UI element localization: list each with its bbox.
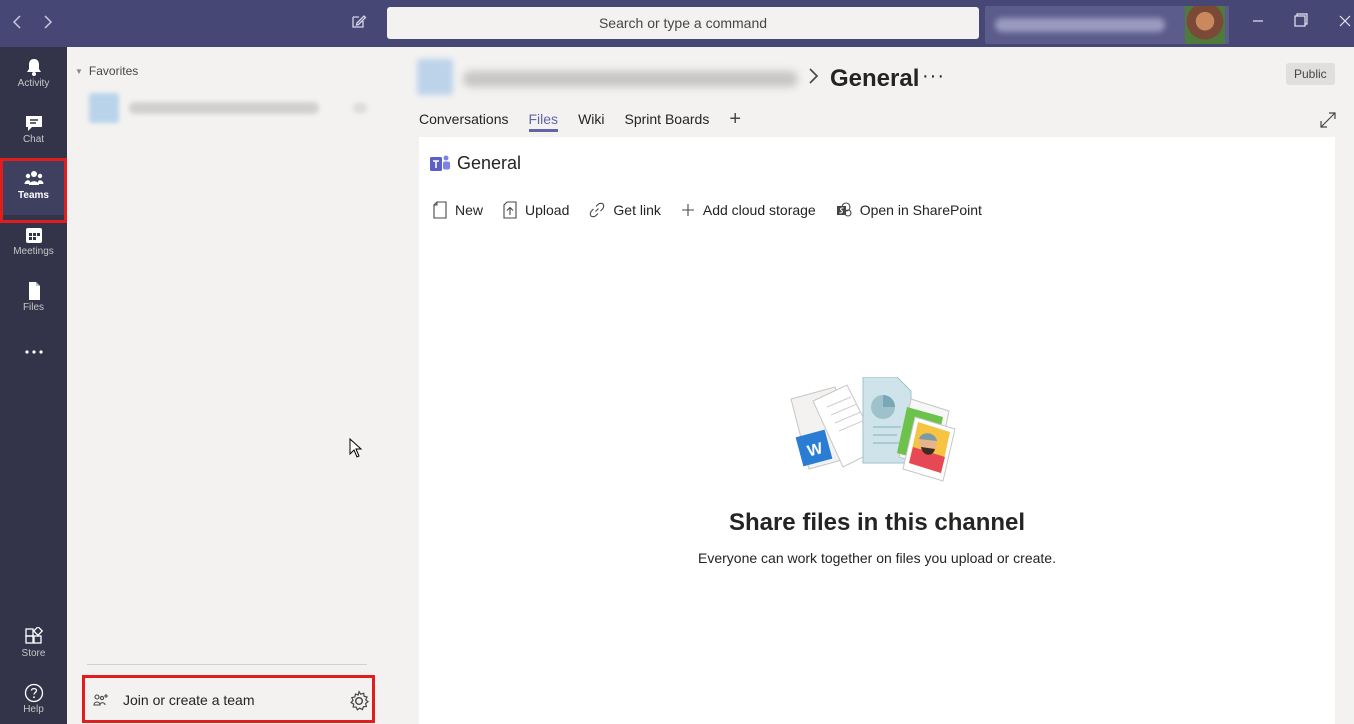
- upload-label: Upload: [525, 202, 570, 218]
- favorites-header[interactable]: ▼ Favorites: [75, 64, 138, 78]
- team-name-blurred[interactable]: [463, 71, 798, 87]
- add-team-icon: [93, 694, 108, 706]
- mouse-cursor-icon: [349, 438, 363, 458]
- sharepoint-icon: [836, 202, 852, 217]
- open-in-sharepoint-button[interactable]: Open in SharePoint: [836, 202, 982, 218]
- tab-sprint-boards[interactable]: Sprint Boards: [625, 111, 710, 132]
- profile-area[interactable]: [985, 6, 1229, 44]
- search-input[interactable]: Search or type a command: [387, 7, 979, 39]
- user-name-blurred: [995, 18, 1165, 32]
- active-indicator: [0, 159, 3, 215]
- breadcrumb-chevron-icon: [807, 67, 819, 91]
- files-toolbar: New Upload Get link Add cloud storage Op…: [433, 201, 1002, 219]
- rail-label: Chat: [22, 134, 45, 145]
- rail-label: Meetings: [13, 246, 54, 257]
- main-content: General ··· Public Conversations Files W…: [387, 47, 1354, 724]
- new-file-icon: [433, 201, 447, 219]
- teams-icon: [24, 171, 43, 185]
- minimize-button[interactable]: [1243, 10, 1273, 36]
- compose-button[interactable]: [347, 10, 371, 36]
- join-label: Join or create a team: [123, 692, 255, 708]
- caret-down-icon: ▼: [75, 66, 83, 76]
- share-files-illustration: W: [790, 377, 956, 482]
- upload-icon: [503, 201, 517, 219]
- chevron-left-icon: [12, 15, 21, 29]
- rail-item-files[interactable]: Files: [0, 271, 67, 327]
- calendar-icon: [25, 228, 42, 243]
- teams-logo-icon: [430, 155, 450, 171]
- chevron-right-icon: [44, 15, 53, 29]
- compose-icon: [352, 15, 367, 28]
- get-link-label: Get link: [613, 202, 661, 218]
- favorites-label: Favorites: [88, 64, 139, 78]
- rail-item-help[interactable]: Help: [0, 673, 67, 724]
- restore-icon: [1294, 13, 1308, 27]
- folder-title-text: General: [457, 153, 522, 173]
- help-icon: [24, 683, 43, 703]
- search-placeholder: Search or type a command: [598, 15, 768, 31]
- add-cloud-label: Add cloud storage: [702, 202, 816, 218]
- plus-icon: [681, 204, 694, 216]
- teams-list-panel: ▼ Favorites Join or create a team: [67, 47, 387, 724]
- get-link-button[interactable]: Get link: [589, 202, 661, 218]
- chat-icon: [25, 116, 42, 131]
- gear-icon[interactable]: [348, 690, 370, 712]
- team-avatar-blurred: [417, 59, 453, 95]
- title-bar: Search or type a command: [0, 0, 1354, 47]
- file-icon: [28, 282, 40, 300]
- divider: [87, 664, 367, 665]
- add-tab-button[interactable]: +: [729, 109, 741, 129]
- restore-button[interactable]: [1286, 10, 1316, 36]
- rail-label: Help: [23, 704, 44, 715]
- store-icon: [24, 627, 43, 644]
- empty-state-subtitle: Everyone can work together on files you …: [698, 550, 1056, 566]
- avatar[interactable]: [1185, 6, 1225, 44]
- channel-more-button[interactable]: ···: [922, 65, 945, 88]
- minimize-icon: [1253, 20, 1263, 22]
- rail-item-store[interactable]: Store: [0, 617, 67, 673]
- forward-button[interactable]: [35, 10, 59, 36]
- team-name-blurred: [129, 102, 319, 114]
- tab-conversations[interactable]: Conversations: [419, 111, 509, 132]
- tab-files[interactable]: Files: [528, 111, 559, 132]
- rail-item-activity[interactable]: Activity: [0, 47, 67, 103]
- rail-item-teams[interactable]: Teams: [0, 159, 67, 215]
- app-rail: Activity Chat Teams Meetings Files Store…: [0, 47, 67, 724]
- visibility-badge: Public: [1286, 63, 1335, 85]
- rail-label: Activity: [17, 78, 50, 89]
- files-pane: General New Upload Get link Add cloud st…: [419, 137, 1335, 724]
- more-icon: [24, 350, 43, 354]
- folder-title: General: [429, 153, 521, 174]
- channel-tabs: Conversations Files Wiki Sprint Boards +: [419, 109, 741, 139]
- close-button[interactable]: [1330, 10, 1354, 36]
- rail-label: Store: [21, 648, 46, 659]
- rail-label: Teams: [18, 190, 49, 201]
- channel-title: General: [830, 65, 920, 92]
- close-icon: [1339, 15, 1351, 27]
- back-button[interactable]: [6, 10, 30, 36]
- bell-icon: [26, 59, 41, 76]
- rail-label: Files: [22, 302, 45, 313]
- join-or-create-team-button[interactable]: Join or create a team: [87, 681, 373, 719]
- upload-button[interactable]: Upload: [503, 201, 569, 219]
- team-more-icon[interactable]: [353, 103, 367, 113]
- expand-icon[interactable]: [1319, 111, 1337, 129]
- rail-item-meetings[interactable]: Meetings: [0, 215, 67, 271]
- open-sharepoint-label: Open in SharePoint: [859, 202, 982, 218]
- team-avatar-blurred: [89, 93, 119, 123]
- new-label: New: [455, 202, 484, 218]
- link-icon: [590, 202, 605, 218]
- rail-item-more[interactable]: [0, 337, 67, 373]
- empty-state-title: Share files in this channel: [728, 509, 1026, 536]
- new-button[interactable]: New: [433, 201, 483, 219]
- team-item[interactable]: [83, 91, 373, 125]
- tab-wiki[interactable]: Wiki: [578, 111, 604, 132]
- rail-item-chat[interactable]: Chat: [0, 103, 67, 159]
- add-cloud-storage-button[interactable]: Add cloud storage: [681, 202, 816, 218]
